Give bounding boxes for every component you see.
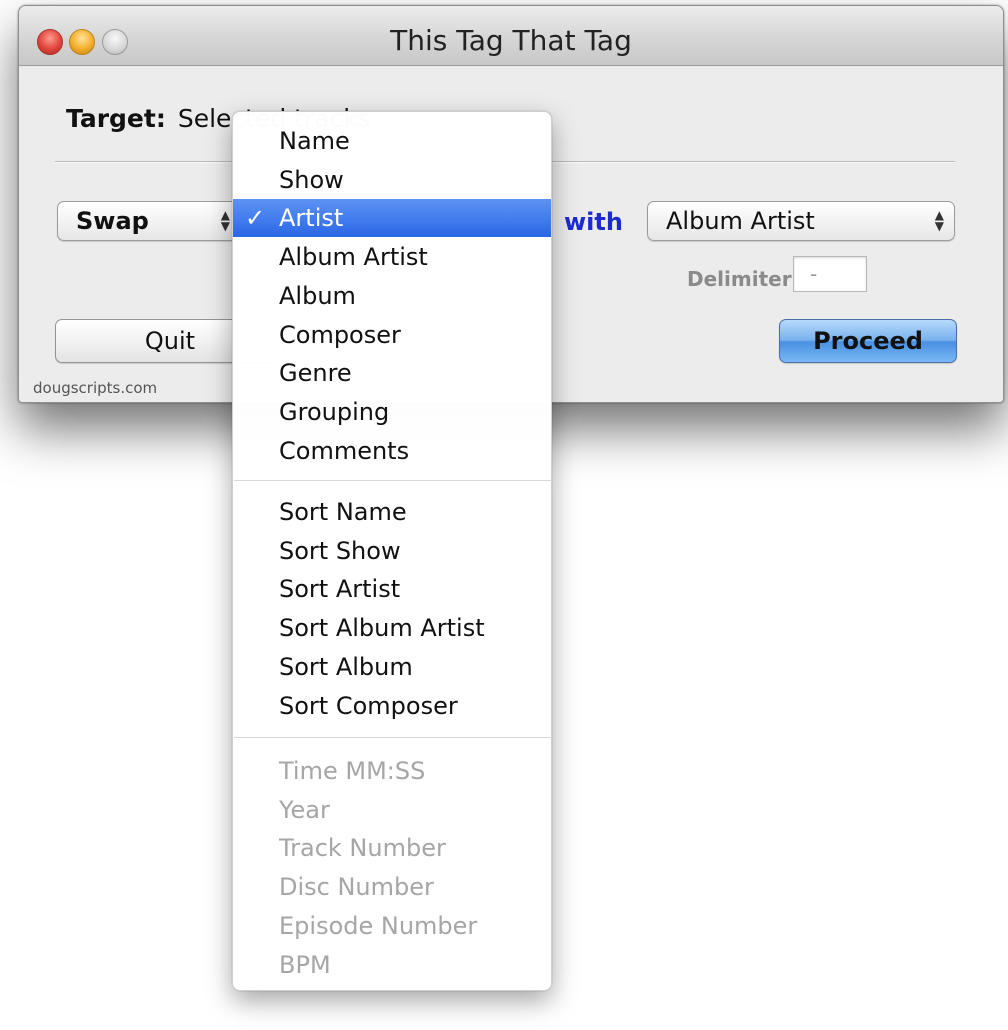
menu-item-label: Album Artist: [279, 243, 428, 272]
menu-item-label: Track Number: [279, 834, 446, 863]
menu-item-label: Year: [279, 795, 330, 824]
checkmark-icon: ✓: [245, 204, 266, 233]
menu-item-album[interactable]: Album: [233, 277, 551, 315]
menu-item-sort-album-artist[interactable]: Sort Album Artist: [233, 609, 551, 647]
target-label: Target:: [66, 104, 166, 133]
menu-separator: [234, 737, 552, 738]
menu-item-label: Grouping: [279, 397, 390, 426]
menu-item-label: Name: [279, 127, 350, 155]
mode-popup-value: Swap: [76, 207, 149, 235]
menu-item-disc-number: Disc Number: [233, 868, 551, 906]
menu-item-album-artist[interactable]: Album Artist: [233, 238, 551, 276]
menu-item-label: Sort Album: [279, 652, 413, 681]
menu-item-year: Year: [233, 791, 551, 829]
menu-item-label: Sort Artist: [279, 575, 401, 604]
menu-item-label: Comments: [279, 436, 410, 465]
menu-item-label: Disc Number: [279, 873, 434, 902]
window-title: This Tag That Tag: [390, 24, 632, 57]
menu-item-label: BPM: [279, 950, 331, 979]
menu-separator: [234, 480, 552, 481]
menu-item-time-mm-ss: Time MM:SS: [233, 752, 551, 790]
menu-item-artist[interactable]: ✓ Artist: [233, 199, 551, 238]
menu-item-track-number: Track Number: [233, 829, 551, 867]
updown-arrows-icon: ▲ ▼: [220, 208, 230, 233]
menu-item-sort-artist[interactable]: Sort Artist: [233, 570, 551, 608]
menu-item-genre[interactable]: Genre: [233, 354, 551, 392]
menu-item-comments[interactable]: Comments: [233, 432, 551, 470]
target-tag-popup-value: Album Artist: [666, 207, 815, 235]
delimiter-label: Delimiter:: [687, 267, 800, 291]
menu-item-sort-composer[interactable]: Sort Composer: [233, 687, 551, 725]
menu-item-label: Composer: [279, 320, 401, 349]
menu-item-label: Album: [279, 281, 356, 310]
mode-popup-button[interactable]: Swap ▲ ▼: [57, 201, 241, 241]
menu-item-sort-album[interactable]: Sort Album: [233, 648, 551, 686]
source-tag-popup-menu: Name Show ✓ Artist Album Artist Album Composer…: [232, 111, 552, 991]
menu-item-label: Genre: [279, 359, 352, 388]
menu-item-label: Artist: [279, 204, 344, 233]
menu-item-label: Show: [279, 165, 344, 194]
menu-item-episode-number: Episode Number: [233, 907, 551, 945]
target-tag-popup-button[interactable]: Album Artist ▲ ▼: [647, 201, 955, 241]
menu-item-label: Sort Name: [279, 498, 407, 526]
menu-item-label: Sort Composer: [279, 691, 458, 720]
menu-item-bpm: BPM: [233, 946, 551, 984]
menu-item-label: Sort Album Artist: [279, 614, 485, 643]
delimiter-field[interactable]: -: [793, 256, 867, 292]
menu-item-label: Episode Number: [279, 911, 478, 940]
menu-item-sort-name[interactable]: Sort Name: [233, 493, 551, 531]
menu-item-name[interactable]: Name: [233, 122, 551, 160]
menu-item-show[interactable]: Show: [233, 161, 551, 199]
menu-item-composer[interactable]: Composer: [233, 316, 551, 354]
title-bar[interactable]: This Tag That Tag: [19, 6, 1003, 66]
menu-item-sort-show[interactable]: Sort Show: [233, 532, 551, 570]
menu-item-label: Sort Show: [279, 536, 401, 565]
menu-item-grouping[interactable]: Grouping: [233, 393, 551, 431]
screen: This Tag That Tag Target:Selected tracks…: [0, 0, 1008, 1030]
proceed-button[interactable]: Proceed: [779, 319, 957, 363]
updown-arrows-icon: ▲ ▼: [934, 208, 944, 233]
dougscripts-link[interactable]: dougscripts.com: [33, 379, 157, 397]
with-label: with: [564, 208, 623, 236]
menu-item-label: Time MM:SS: [279, 757, 426, 785]
